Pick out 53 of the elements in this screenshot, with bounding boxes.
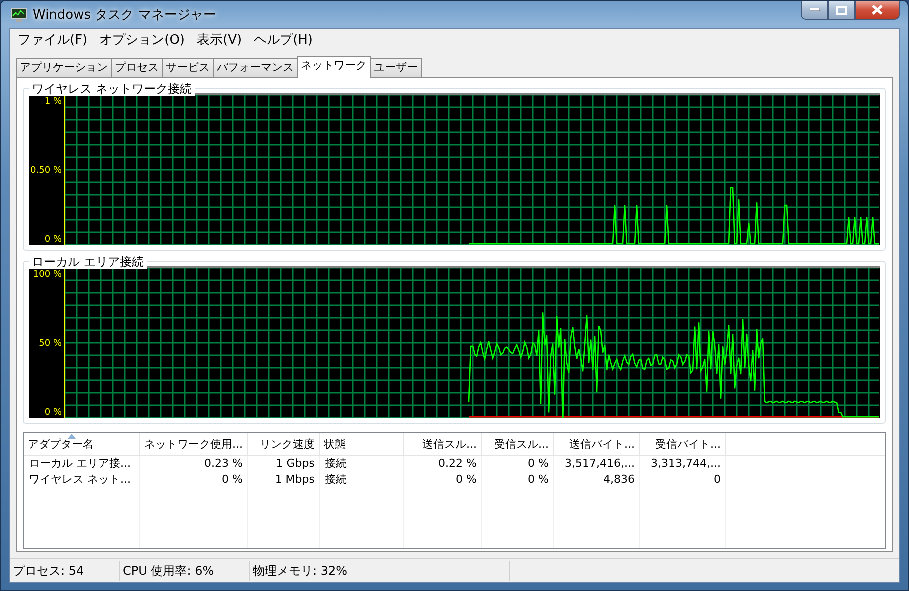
menu-item[interactable]: ファイル(F)	[12, 29, 94, 51]
group-title: ワイヤレス ネットワーク接続	[29, 82, 195, 96]
axis-label: 100 %	[33, 270, 62, 280]
maximize-icon	[836, 6, 847, 14]
axis-label: 0 %	[44, 408, 62, 418]
table-cell-text: 4,836	[602, 472, 636, 488]
status-text: 物理メモリ: 32%	[250, 560, 510, 580]
column-header[interactable]: 送信バイト...	[554, 433, 640, 455]
table-cell-text: ワイヤレス ネット...	[28, 472, 132, 488]
column-header[interactable]: リンク速度	[248, 433, 320, 455]
table-cell-text: 0 %	[221, 472, 244, 488]
monitor-icon	[11, 8, 27, 22]
table-cell-text: 接続	[324, 456, 348, 472]
column-header[interactable]: ネットワーク使用...	[140, 433, 248, 455]
column-header[interactable]: 送信スル...	[404, 433, 482, 455]
table-cell-text: 接続	[324, 472, 348, 488]
table-cell-text: 0.23 %	[204, 456, 244, 472]
tab[interactable]: サービス	[162, 58, 214, 77]
tab[interactable]: ユーザー	[370, 58, 422, 77]
minimize-icon	[810, 8, 820, 12]
table-cell-text: 0	[713, 472, 722, 488]
table-cell-text: 0 %	[455, 472, 478, 488]
close-button[interactable]	[855, 1, 900, 20]
menu-item[interactable]: オプション(O)	[94, 29, 192, 51]
maximize-button[interactable]	[828, 1, 855, 20]
column-header[interactable]: 状態	[320, 433, 404, 455]
column-header[interactable]: 受信スル...	[482, 433, 554, 455]
tab[interactable]: アプリケーション	[16, 58, 112, 77]
tab[interactable]: プロセス	[111, 58, 163, 77]
close-icon	[872, 5, 883, 15]
axis-label: 0.50 %	[30, 166, 62, 176]
table-cell-text: 3,313,744,...	[650, 456, 722, 472]
table-cell-text: 0 %	[527, 472, 550, 488]
column-header[interactable]: アダプター名	[24, 433, 140, 455]
status-text: CPU 使用率: 6%	[120, 560, 250, 580]
axis-label: 50 %	[39, 339, 62, 349]
axis-label: 0 %	[44, 235, 62, 245]
minimize-button[interactable]	[801, 1, 828, 20]
tab[interactable]: パフォーマンス	[213, 58, 298, 77]
table-cell-text: 3,517,416,...	[564, 456, 636, 472]
status-text: プロセス: 54	[10, 560, 120, 580]
group-title: ローカル エリア接続	[29, 255, 147, 269]
table-cell-text: 1 Mbps	[274, 472, 316, 488]
menu-item[interactable]: 表示(V)	[191, 29, 248, 51]
table-cell-text: ローカル エリア接...	[28, 456, 132, 472]
table-cell-text: 0 %	[527, 456, 550, 472]
menu-item[interactable]: ヘルプ(H)	[248, 29, 319, 51]
table-cell-text: 1 Gbps	[275, 456, 316, 472]
tab[interactable]: ネットワーク	[297, 56, 371, 78]
column-header[interactable]: 受信バイト...	[640, 433, 726, 455]
axis-label: 1 %	[44, 97, 62, 107]
table-cell-text: 0.22 %	[438, 456, 478, 472]
window-title: Windows タスク マネージャー	[33, 6, 218, 24]
